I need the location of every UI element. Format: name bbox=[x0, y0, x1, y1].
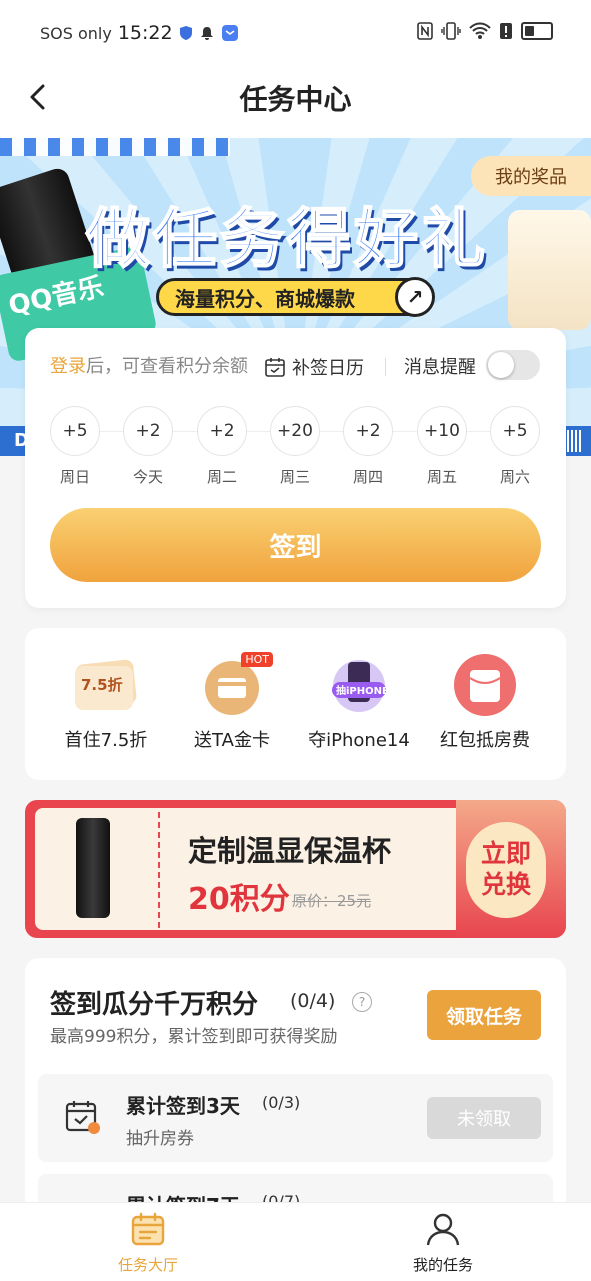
entry-red-envelope[interactable]: 红包抵房费 bbox=[415, 652, 555, 752]
task-group-progress: (0/4) bbox=[290, 990, 336, 1012]
day-points: +10 bbox=[417, 406, 467, 456]
day-label: 周三 bbox=[279, 468, 310, 486]
banner-checker-decoration bbox=[0, 138, 230, 156]
promo-original-price: 原价：25元 bbox=[292, 892, 372, 910]
nfc-icon bbox=[417, 22, 433, 40]
gold-card-icon: HOT bbox=[197, 652, 273, 716]
promo-points: 20积分 bbox=[188, 882, 290, 917]
subtask-name: 累计签到3天 bbox=[126, 1094, 240, 1118]
page-title: 任务中心 bbox=[239, 83, 352, 116]
reminder-toggle[interactable] bbox=[486, 350, 540, 380]
clock-time: 15:22 bbox=[117, 22, 173, 44]
calendar-check-icon bbox=[65, 1101, 100, 1134]
day-points: +2 bbox=[197, 406, 247, 456]
day-item: +2 周二 bbox=[197, 406, 247, 487]
tab-my-tasks[interactable]: 我的任务 bbox=[373, 1212, 513, 1275]
calendar-label: 补签日历 bbox=[292, 358, 364, 379]
day-points: +2 bbox=[123, 406, 173, 456]
iphone-badge-text: 抽iPHONE bbox=[336, 684, 389, 697]
wifi-icon bbox=[469, 22, 491, 39]
red-envelope-icon bbox=[450, 652, 520, 716]
calendar-icon bbox=[265, 358, 285, 377]
ticket-divider bbox=[158, 812, 160, 928]
coupon-badge-text: 7.5折 bbox=[81, 676, 123, 694]
login-suffix: 后，可查看积分余额 bbox=[86, 356, 248, 377]
entry-label: 红包抵房费 bbox=[440, 730, 530, 751]
day-item: +5 周日 bbox=[50, 406, 100, 487]
hot-badge: HOT bbox=[241, 652, 273, 667]
entry-gift-gold-card[interactable]: HOT 送TA金卡 bbox=[162, 652, 302, 752]
battery-icon bbox=[521, 22, 553, 40]
banner-subtitle-pill[interactable]: 海量积分、商城爆款 ↗ bbox=[156, 277, 435, 317]
fragrance-bottle-image bbox=[508, 210, 591, 330]
day-label: 今天 bbox=[132, 468, 163, 486]
entry-label: 送TA金卡 bbox=[194, 730, 270, 751]
unclaimed-button[interactable]: 未领取 bbox=[427, 1097, 541, 1139]
day-item: +2 今天 bbox=[123, 406, 173, 487]
thermos-cup-image bbox=[76, 818, 110, 918]
day-points: +2 bbox=[343, 406, 393, 456]
day-label: 周五 bbox=[426, 468, 457, 486]
bell-icon bbox=[200, 27, 213, 40]
day-label: 周二 bbox=[206, 468, 237, 486]
app-notification-icon bbox=[221, 25, 238, 41]
tab-label: 我的任务 bbox=[412, 1256, 473, 1274]
day-item: +2 周四 bbox=[343, 406, 393, 487]
banner-title: 做任务得好礼 bbox=[85, 202, 488, 278]
checkin-button[interactable]: 签到 bbox=[50, 508, 541, 582]
user-icon bbox=[426, 1213, 460, 1246]
makeup-calendar-link[interactable]: 补签日历 bbox=[264, 354, 364, 380]
status-left: SOS only 15:22 bbox=[40, 22, 239, 44]
login-link[interactable]: 登录 bbox=[50, 352, 86, 378]
day-item: +5 周六 bbox=[490, 406, 540, 487]
reminder-label: 消息提醒 bbox=[404, 357, 476, 378]
my-prizes-button[interactable]: 我的奖品 bbox=[471, 156, 591, 196]
day-points: +20 bbox=[270, 406, 320, 456]
day-label: 周六 bbox=[499, 468, 530, 486]
discount-coupon-icon: 7.5折 bbox=[71, 652, 141, 716]
subtask-desc: 抽升房券 bbox=[126, 1129, 194, 1149]
entry-label: 首住7.5折 bbox=[64, 730, 148, 751]
vibrate-icon bbox=[441, 22, 461, 40]
status-right bbox=[417, 22, 553, 40]
login-prompt: 登录 后，可查看积分余额 bbox=[50, 352, 248, 378]
shield-icon bbox=[179, 26, 192, 40]
carrier-text: SOS only bbox=[40, 23, 112, 43]
day-label: 周四 bbox=[352, 468, 383, 486]
task-group-title: 签到瓜分千万积分 bbox=[50, 990, 259, 1020]
promo-title: 定制温显保温杯 bbox=[188, 834, 392, 868]
tab-task-hall[interactable]: 任务大厅 bbox=[78, 1212, 218, 1275]
day-item: +10 周五 bbox=[417, 406, 467, 487]
help-icon[interactable]: ? bbox=[352, 992, 372, 1012]
arrow-up-right-icon: ↗ bbox=[395, 277, 435, 317]
claim-task-button[interactable]: 领取任务 bbox=[427, 990, 541, 1040]
entry-label: 夺iPhone14 bbox=[308, 730, 410, 751]
day-item: +20 周三 bbox=[270, 406, 320, 487]
divider bbox=[385, 358, 386, 376]
subtask-progress: (0/3) bbox=[262, 1093, 301, 1112]
iphone-prize-icon: 抽iPHONE bbox=[324, 652, 394, 716]
toggle-knob bbox=[488, 352, 514, 378]
day-points: +5 bbox=[50, 406, 100, 456]
entry-first-stay-discount[interactable]: 7.5折 首住7.5折 bbox=[36, 652, 176, 752]
tab-label: 任务大厅 bbox=[117, 1256, 178, 1274]
day-points: +5 bbox=[490, 406, 540, 456]
task-group-subtitle: 最高999积分，累计签到即可获得奖励 bbox=[50, 1027, 338, 1047]
alert-icon bbox=[500, 23, 512, 39]
banner-subtitle: 海量积分、商城爆款 bbox=[175, 286, 355, 311]
day-label: 周日 bbox=[59, 468, 90, 486]
task-hall-icon bbox=[131, 1212, 165, 1246]
redeem-now-button[interactable]: 立即兑换 bbox=[466, 822, 546, 918]
entry-win-iphone[interactable]: 抽iPHONE 夺iPhone14 bbox=[289, 652, 429, 752]
